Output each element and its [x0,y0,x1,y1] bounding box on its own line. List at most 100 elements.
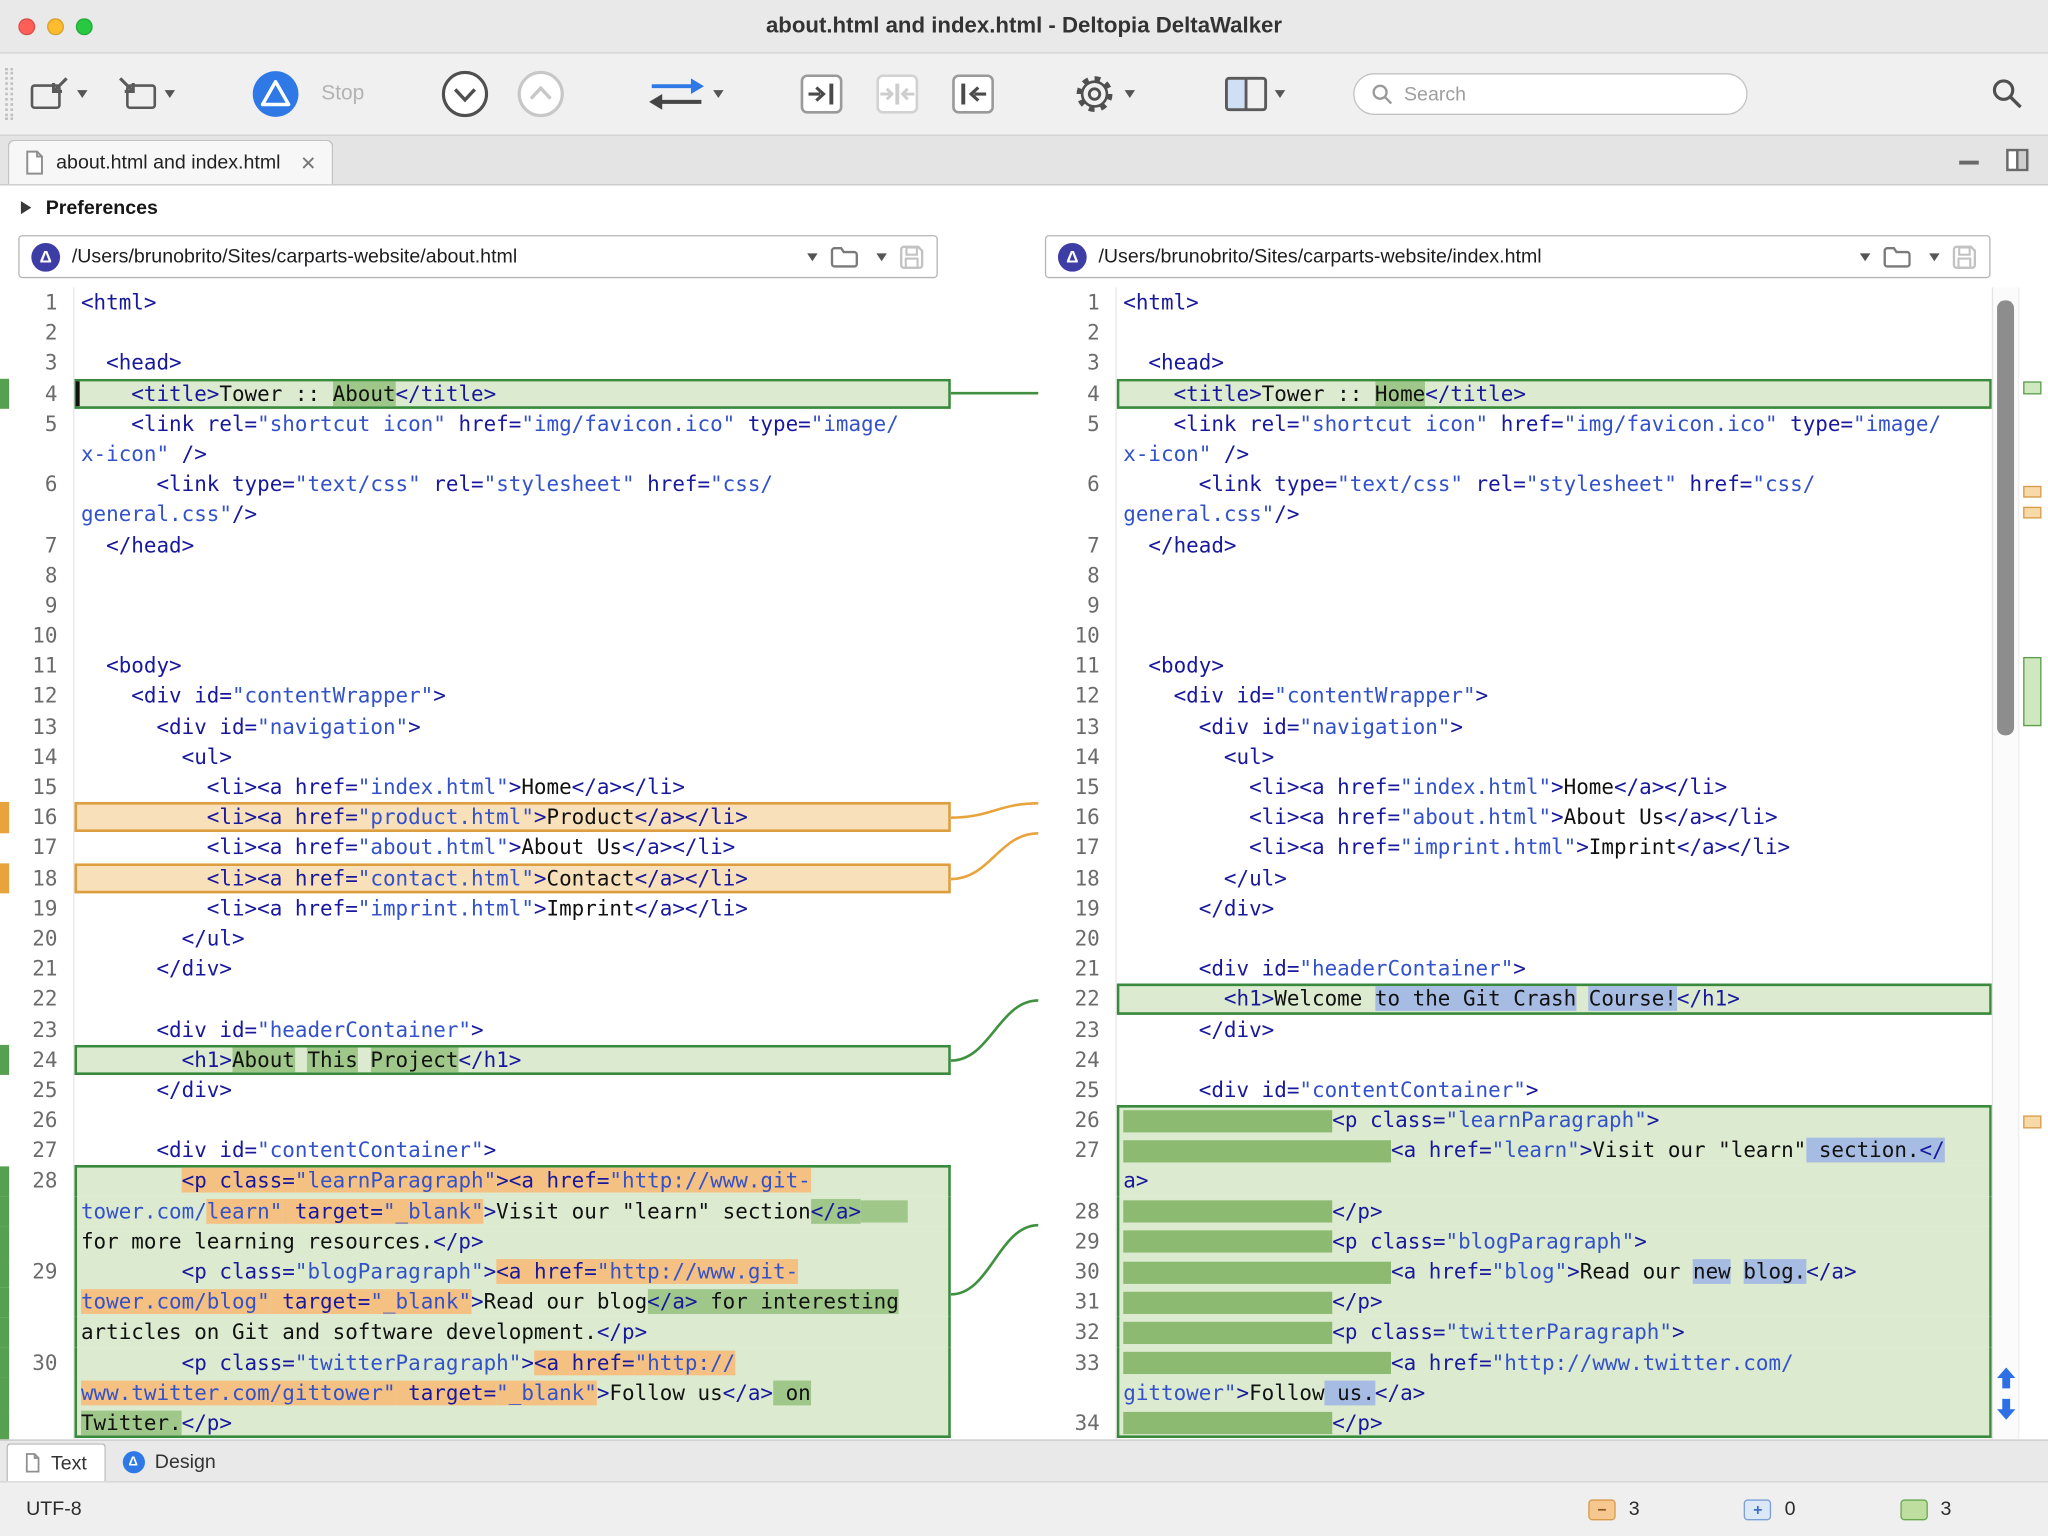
code-row[interactable]: <p class="blogParagraph"> [1117,1226,1992,1256]
code-row[interactable]: <li><a href="index.html">Home</a></li> [74,772,950,802]
settings-button[interactable] [1071,71,1118,118]
comparison-tab[interactable]: about.html and index.html ✕ [8,140,334,184]
layout-dropdown-caret[interactable] [1275,90,1285,98]
settings-dropdown-caret[interactable] [1124,90,1134,98]
find-button[interactable] [1991,77,2025,111]
code-row[interactable]: <link rel="shortcut icon" href="img/favi… [74,408,950,438]
code-row[interactable]: </head> [1117,530,1992,560]
search-input[interactable] [1404,83,1731,105]
code-row[interactable]: tower.com/learn" target="_blank">Visit o… [74,1196,950,1226]
overview-change-mark[interactable] [2023,486,2041,498]
code-row[interactable]: <head> [1117,348,1992,378]
open-right-dropdown-caret[interactable] [165,90,175,98]
left-code-pane[interactable]: <html> <head> <title>Tower :: About</tit… [74,287,950,1439]
code-row[interactable]: </div> [1117,1014,1992,1044]
code-row[interactable] [1117,590,1992,620]
code-row[interactable]: <html> [1117,287,1992,317]
code-row[interactable]: <li><a href="about.html">About Us</a></l… [74,832,950,862]
code-row[interactable]: <link rel="shortcut icon" href="img/favi… [1117,408,1992,438]
code-row[interactable]: <title>Tower :: About</title> [74,378,950,408]
swap-direction-button[interactable] [646,74,706,113]
code-row[interactable] [1117,1044,1992,1074]
overview-change-mark[interactable] [2023,507,2041,519]
right-folder-caret[interactable] [1929,253,1939,261]
code-row[interactable]: </head> [74,530,950,560]
code-row[interactable] [74,590,950,620]
code-row[interactable]: www.twitter.com/gittower" target="_blank… [74,1378,950,1408]
code-row[interactable]: <a href="http://www.twitter.com/ [1117,1347,1992,1377]
code-row[interactable]: <head> [74,348,950,378]
code-row[interactable]: </p> [1117,1196,1992,1226]
overview-change-mark[interactable] [2023,381,2041,394]
overview-change-mark[interactable] [2023,657,2041,726]
code-row[interactable]: a> [1117,1166,1992,1196]
code-row[interactable]: <h1>Welcome to the Git Crash Course!</h1… [1117,984,1992,1014]
tab-close-icon[interactable]: ✕ [300,151,316,175]
scroll-up-arrow-icon[interactable] [1996,1366,2017,1390]
overview-ruler[interactable] [2018,287,2047,1439]
left-path-history-caret[interactable] [807,253,817,261]
right-code-pane[interactable]: <html> <head> <title>Tower :: Home</titl… [1117,287,1992,1439]
folder-icon[interactable] [829,245,858,269]
code-row[interactable]: <ul> [74,742,950,772]
code-row[interactable]: <div id="headerContainer"> [74,1014,950,1044]
code-row[interactable]: tower.com/blog" target="_blank">Read our… [74,1287,950,1317]
code-row[interactable]: </div> [74,954,950,984]
code-row[interactable]: <p class="twitterParagraph"> [1117,1317,1992,1347]
code-row[interactable]: <li><a href="product.html">Product</a></… [74,802,950,832]
vertical-scrollbar[interactable] [1992,287,2018,1439]
open-right-file-button[interactable] [116,74,158,113]
code-row[interactable]: </p> [1117,1287,1992,1317]
code-row[interactable] [1117,318,1992,348]
code-row[interactable]: <li><a href="about.html">About Us</a></l… [1117,802,1992,832]
open-left-file-button[interactable] [29,74,71,113]
code-row[interactable]: </p> [1117,1408,1992,1438]
split-view-icon[interactable] [2005,148,2030,173]
code-row[interactable]: <div id="navigation"> [74,711,950,741]
code-row[interactable]: <li><a href="index.html">Home</a></li> [1117,772,1992,802]
code-row[interactable]: <p class="learnParagraph"> [1117,1105,1992,1135]
code-row[interactable] [1117,923,1992,953]
code-row[interactable]: <div id="contentContainer"> [74,1135,950,1165]
merge-left-button[interactable] [951,73,995,115]
code-row[interactable]: <p class="blogParagraph"><a href="http:/… [74,1256,950,1286]
code-row[interactable]: general.css"/> [1117,499,1992,529]
merge-right-button[interactable] [799,73,843,115]
tab-text-view[interactable]: Text [7,1443,106,1481]
right-file-path-bar[interactable]: Δ /Users/brunobrito/Sites/carparts-websi… [1045,235,1991,278]
tab-design-view[interactable]: Δ Design [105,1443,233,1481]
code-row[interactable]: <div id="headerContainer"> [1117,954,1992,984]
zoom-window-button[interactable] [76,18,93,35]
stop-button[interactable]: Stop [321,82,364,106]
right-path-history-caret[interactable] [1860,253,1870,261]
left-folder-caret[interactable] [876,253,886,261]
code-row[interactable]: <p class="learnParagraph"><a href="http:… [74,1166,950,1196]
code-row[interactable]: </ul> [1117,863,1992,893]
minimize-window-button[interactable] [47,18,64,35]
code-row[interactable]: </ul> [74,923,950,953]
code-row[interactable]: </div> [1117,893,1992,923]
code-row[interactable]: <li><a href="imprint.html">Imprint</a></… [74,893,950,923]
overview-change-mark[interactable] [2023,1115,2041,1128]
code-row[interactable]: <li><a href="contact.html">Contact</a></… [74,863,950,893]
close-window-button[interactable] [18,18,35,35]
code-row[interactable] [74,1105,950,1135]
code-row[interactable]: <li><a href="imprint.html">Imprint</a></… [1117,832,1992,862]
layout-button[interactable] [1224,74,1268,113]
code-row[interactable]: <div id="navigation"> [1117,711,1992,741]
code-row[interactable]: <html> [74,287,950,317]
code-row[interactable]: <link type="text/css" rel="stylesheet" h… [1117,469,1992,499]
preferences-label[interactable]: Preferences [46,197,158,219]
minimize-view-icon[interactable] [1959,161,1979,165]
save-icon[interactable] [899,244,925,270]
code-row[interactable] [74,984,950,1014]
code-row[interactable]: <h1>About This Project</h1> [74,1044,950,1074]
code-row[interactable]: <link type="text/css" rel="stylesheet" h… [74,469,950,499]
code-row[interactable]: <body> [74,651,950,681]
code-row[interactable] [1117,560,1992,590]
swap-dropdown-caret[interactable] [713,90,723,98]
code-row[interactable] [74,560,950,590]
code-row[interactable]: <a href="blog">Read our new blog.</a> [1117,1256,1992,1286]
save-icon[interactable] [1951,244,1977,270]
code-row[interactable]: <ul> [1117,742,1992,772]
